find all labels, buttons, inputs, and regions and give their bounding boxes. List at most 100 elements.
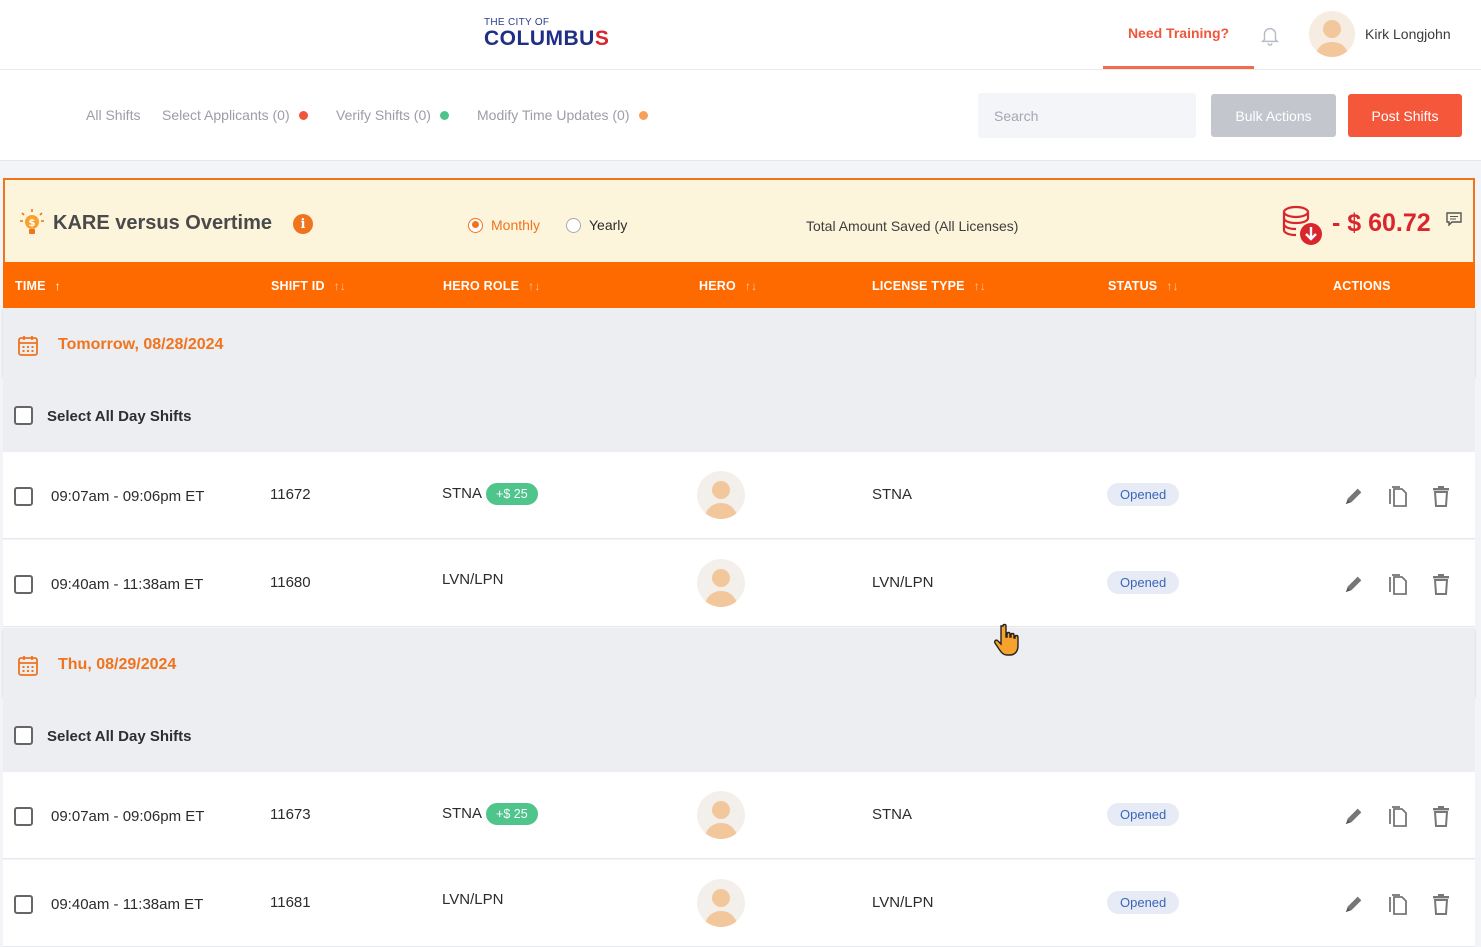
tab-verify-shifts[interactable]: Verify Shifts (0) xyxy=(336,107,449,123)
tab-select-applicants[interactable]: Select Applicants (0) xyxy=(162,107,308,123)
hero-role: LVN/LPN xyxy=(442,571,504,588)
comment-icon[interactable] xyxy=(1446,212,1462,226)
shift-id: 11672 xyxy=(270,486,311,503)
shift-id: 11673 xyxy=(270,806,311,823)
copy-icon[interactable] xyxy=(1389,485,1407,512)
hero-role: STNA xyxy=(442,484,483,502)
column-header-time[interactable]: TIME ↑ xyxy=(15,279,61,293)
copy-icon[interactable] xyxy=(1389,805,1407,832)
license-type: LVN/LPN xyxy=(872,894,934,911)
table-row[interactable]: 09:07am - 09:06pm ET 11672 STNA +$ 25 STNA Op… xyxy=(3,452,1475,539)
tab-modify-time-updates[interactable]: Modify Time Updates (0) xyxy=(477,107,648,123)
row-checkbox[interactable] xyxy=(14,487,33,506)
shift-time: 09:40am - 11:38am ET xyxy=(51,576,204,593)
hero-avatar[interactable] xyxy=(697,559,745,607)
row-checkbox[interactable] xyxy=(14,807,33,826)
user-name[interactable]: Kirk Longjohn xyxy=(1365,26,1451,42)
date-group-header: Tomorrow, 08/28/2024 xyxy=(3,308,1475,376)
shift-id: 11680 xyxy=(270,574,311,591)
date-group-header: Thu, 08/29/2024 xyxy=(3,628,1475,696)
hero-avatar[interactable] xyxy=(697,879,745,927)
hero-role-cell: STNA +$ 25 xyxy=(442,483,538,505)
column-header-hero-role[interactable]: HERO ROLE ↑↓ xyxy=(443,279,541,293)
pencil-icon[interactable] xyxy=(1343,485,1365,512)
top-bar: THE CITY OF COLUMBUS Need Training? Kirk… xyxy=(0,0,1481,70)
hero-role: LVN/LPN xyxy=(442,891,504,908)
status-dot xyxy=(638,110,648,120)
bulk-actions-button[interactable]: Bulk Actions xyxy=(1211,94,1336,137)
copy-icon[interactable] xyxy=(1389,573,1407,600)
copy-icon[interactable] xyxy=(1389,893,1407,920)
calendar-icon xyxy=(16,334,40,363)
total-saved-label: Total Amount Saved (All Licenses) xyxy=(806,218,1019,234)
select-all-day-row: Select All Day Shifts xyxy=(3,696,1475,772)
status-dot xyxy=(298,110,308,120)
post-shifts-button[interactable]: Post Shifts xyxy=(1348,94,1462,137)
shift-time: 09:40am - 11:38am ET xyxy=(51,896,204,913)
select-all-checkbox[interactable] xyxy=(14,726,33,745)
bell-icon[interactable] xyxy=(1259,24,1281,46)
license-type: STNA xyxy=(872,806,913,823)
hero-role-cell: LVN/LPN xyxy=(442,571,503,588)
shift-time: 09:07am - 09:06pm ET xyxy=(51,808,205,825)
status-dot xyxy=(439,110,449,120)
table-header: TIME ↑ SHIFT ID ↑↓ HERO ROLE ↑↓ HERO ↑↓ LICE… xyxy=(3,262,1475,308)
pencil-icon[interactable] xyxy=(1343,893,1365,920)
column-header-status[interactable]: STATUS ↑↓ xyxy=(1108,279,1179,293)
trash-icon[interactable] xyxy=(1432,485,1450,512)
need-training-link[interactable]: Need Training? xyxy=(1103,0,1254,69)
table-row[interactable]: 09:40am - 11:38am ET 11681 LVN/LPN LVN/LPN O… xyxy=(3,860,1475,947)
table-row[interactable]: 09:40am - 11:38am ET 11680 LVN/LPN LVN/LPN O… xyxy=(3,540,1475,627)
city-logo[interactable]: THE CITY OF COLUMBUS xyxy=(484,18,609,50)
yearly-radio[interactable]: Yearly xyxy=(566,217,627,233)
row-checkbox[interactable] xyxy=(14,895,33,914)
pencil-icon[interactable] xyxy=(1343,805,1365,832)
trash-icon[interactable] xyxy=(1432,893,1450,920)
bonus-badge: +$ 25 xyxy=(486,803,538,825)
shift-time: 09:07am - 09:06pm ET xyxy=(51,488,205,505)
select-all-label[interactable]: Select All Day Shifts xyxy=(47,728,192,745)
monthly-radio[interactable]: Monthly xyxy=(468,217,540,233)
column-header-actions: ACTIONS xyxy=(1333,279,1391,293)
kare-savings-banner: $ KARE versus Overtime i Monthly Yearly … xyxy=(3,178,1475,262)
hero-avatar[interactable] xyxy=(697,791,745,839)
status-badge: Opened xyxy=(1107,571,1180,594)
select-all-day-row: Select All Day Shifts xyxy=(3,376,1475,452)
status-badge: Opened xyxy=(1107,483,1180,506)
row-checkbox[interactable] xyxy=(14,575,33,594)
hero-avatar[interactable] xyxy=(697,471,745,519)
trash-icon[interactable] xyxy=(1432,805,1450,832)
status-badge: Opened xyxy=(1107,891,1180,914)
user-avatar[interactable] xyxy=(1309,11,1355,57)
pencil-icon[interactable] xyxy=(1343,573,1365,600)
shift-id: 11681 xyxy=(270,894,311,911)
column-header-license-type[interactable]: LICENSE TYPE ↑↓ xyxy=(872,279,986,293)
hand-cursor-icon xyxy=(994,623,1019,656)
license-type: STNA xyxy=(872,486,913,503)
tab-all-shifts[interactable]: All Shifts xyxy=(86,107,140,123)
info-icon[interactable]: i xyxy=(293,214,313,234)
svg-text:$: $ xyxy=(29,218,36,229)
search-input[interactable] xyxy=(978,93,1196,138)
group-date: Tomorrow, 08/28/2024 xyxy=(58,336,224,353)
table-row[interactable]: 09:07am - 09:06pm ET 11673 STNA +$ 25 STNA Op… xyxy=(3,772,1475,859)
status-badge: Opened xyxy=(1107,803,1180,826)
trash-icon[interactable] xyxy=(1432,573,1450,600)
select-all-label[interactable]: Select All Day Shifts xyxy=(47,408,192,425)
hero-role: STNA xyxy=(442,804,483,822)
total-saved-amount: - $ 60.72 xyxy=(1332,209,1431,237)
hero-role-cell: LVN/LPN xyxy=(442,891,503,908)
kare-title: KARE versus Overtime xyxy=(53,212,272,234)
lightbulb-icon: $ xyxy=(20,209,44,234)
column-header-hero[interactable]: HERO ↑↓ xyxy=(699,279,757,293)
license-type: LVN/LPN xyxy=(872,574,934,591)
column-header-shift-id[interactable]: SHIFT ID ↑↓ xyxy=(271,279,346,293)
logo-big-text: COLUMBUS xyxy=(484,27,610,50)
group-date: Thu, 08/29/2024 xyxy=(58,656,177,673)
coins-download-icon xyxy=(1282,205,1322,245)
bonus-badge: +$ 25 xyxy=(486,483,538,505)
shift-filter-bar: All Shifts Select Applicants (0) Verify … xyxy=(0,70,1481,161)
calendar-icon xyxy=(16,654,40,683)
hero-role-cell: STNA +$ 25 xyxy=(442,803,538,825)
select-all-checkbox[interactable] xyxy=(14,406,33,425)
